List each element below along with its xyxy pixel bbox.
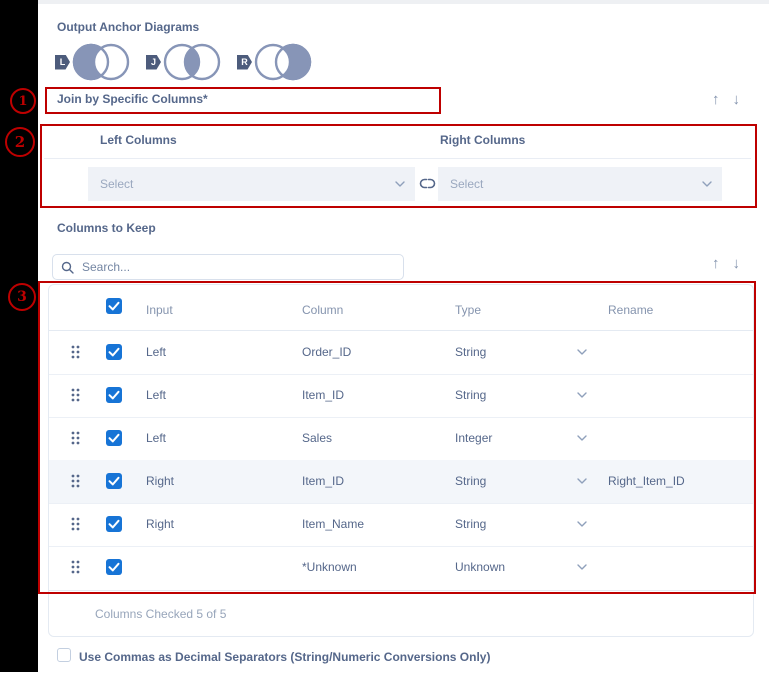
right-columns-header: Right Columns (440, 133, 526, 147)
type-dropdown-chevron-icon[interactable] (577, 564, 587, 570)
cell-input: Right (146, 474, 175, 488)
annotation-circle-1: 1 (10, 88, 36, 114)
type-dropdown-chevron-icon[interactable] (577, 478, 587, 484)
table-header-row: Input Column Type Rename (49, 285, 753, 331)
cell-column: Item_Name (302, 517, 365, 531)
cell-column: Item_ID (302, 474, 345, 488)
row-checkbox[interactable] (106, 430, 122, 446)
columns-checked-status: Columns Checked 5 of 5 (95, 607, 227, 621)
left-columns-header: Left Columns (100, 133, 177, 147)
drag-handle-icon[interactable] (71, 474, 80, 488)
checkmark-icon (108, 519, 120, 529)
right-columns-select[interactable]: Select (438, 167, 722, 201)
table-footer: Columns Checked 5 of 5 (49, 590, 753, 637)
checkmark-icon (108, 390, 120, 400)
columns-search-box (52, 254, 404, 280)
annotation-number: 3 (17, 289, 27, 305)
cell-column: Item_ID (302, 388, 345, 402)
decimal-separator-checkbox[interactable] (57, 648, 71, 662)
link-icon (419, 178, 436, 189)
checkmark-icon (108, 433, 120, 443)
venn-left-join-icon (72, 43, 130, 81)
table-row[interactable]: *Unknown Unknown (49, 546, 753, 589)
row-checkbox[interactable] (106, 516, 122, 532)
left-anchor-venn: L (55, 42, 132, 82)
move-down-button[interactable]: ↓ (733, 255, 741, 272)
checkmark-icon (108, 301, 120, 311)
annotation-circle-2: 2 (5, 127, 35, 157)
drag-handle-icon[interactable] (71, 431, 80, 445)
cell-column: *Unknown (302, 560, 357, 574)
left-columns-select[interactable]: Select (88, 167, 415, 201)
type-dropdown-chevron-icon[interactable] (577, 521, 587, 527)
move-up-button[interactable]: ↑ (712, 91, 720, 108)
select-all-checkbox[interactable] (106, 298, 122, 314)
cell-type: String (455, 388, 487, 402)
checkmark-icon (108, 562, 120, 572)
table-row[interactable]: Left Order_ID String (49, 331, 753, 375)
join-row-reorder-arrows: ↑ ↓ (712, 91, 740, 108)
table-row-reorder-arrows: ↑ ↓ (712, 255, 740, 272)
annotation-circle-3: 3 (8, 283, 36, 311)
venn-right-join-icon (254, 43, 312, 81)
anchor-tag-l: L (55, 54, 70, 70)
table-row[interactable]: Left Item_ID String (49, 374, 753, 418)
cell-type: String (455, 517, 487, 531)
cell-input: Right (146, 517, 175, 531)
column-header-type: Type (455, 303, 482, 317)
output-anchor-diagrams: L J R (55, 42, 314, 82)
column-header-rename: Rename (608, 303, 654, 317)
cell-type: String (455, 345, 487, 359)
drag-handle-icon[interactable] (71, 560, 80, 574)
anchor-tag-r: R (237, 54, 252, 70)
left-select-value: Select (100, 177, 134, 191)
row-checkbox[interactable] (106, 559, 122, 575)
right-anchor-venn: R (237, 42, 314, 82)
drag-handle-icon[interactable] (71, 388, 80, 402)
move-up-button[interactable]: ↑ (712, 255, 720, 272)
table-row[interactable]: Left Sales Integer (49, 417, 753, 461)
cell-input: Left (146, 345, 167, 359)
annotation-number: 1 (18, 93, 28, 109)
chevron-down-icon (702, 181, 712, 187)
move-down-button[interactable]: ↓ (733, 91, 741, 108)
drag-handle-icon[interactable] (71, 517, 80, 531)
cell-type: String (455, 474, 487, 488)
checkmark-icon (108, 347, 120, 357)
table-row[interactable]: Right Item_ID String Right_Item_ID (49, 460, 753, 504)
annotation-number: 2 (14, 133, 26, 151)
venn-inner-join-icon (163, 43, 221, 81)
join-tool-configuration-panel: 1 2 3 Output Anchor Diagrams L J R Join … (0, 0, 769, 682)
chevron-down-icon (395, 181, 405, 187)
search-input[interactable] (80, 259, 384, 275)
row-checkbox[interactable] (106, 387, 122, 403)
column-header-column: Column (302, 303, 344, 317)
cell-column: Sales (302, 431, 333, 445)
type-dropdown-chevron-icon[interactable] (577, 392, 587, 398)
search-icon (61, 261, 74, 274)
cell-type: Unknown (455, 560, 506, 574)
right-select-value: Select (450, 177, 484, 191)
table-row[interactable]: Right Item_Name String (49, 503, 753, 547)
cell-column: Order_ID (302, 345, 352, 359)
cell-type: Integer (455, 431, 493, 445)
decimal-separator-label: Use Commas as Decimal Separators (String… (79, 650, 491, 664)
output-anchor-diagrams-label: Output Anchor Diagrams (57, 20, 200, 34)
cell-input: Left (146, 388, 167, 402)
cell-rename[interactable]: Right_Item_ID (608, 474, 685, 488)
type-dropdown-chevron-icon[interactable] (577, 349, 587, 355)
type-dropdown-chevron-icon[interactable] (577, 435, 587, 441)
join-section-divider (44, 158, 751, 159)
anchor-tag-j: J (146, 54, 161, 70)
column-header-input: Input (146, 303, 173, 317)
row-checkbox[interactable] (106, 344, 122, 360)
panel-top-strip (38, 0, 769, 4)
join-anchor-venn: J (146, 42, 223, 82)
columns-to-keep-label: Columns to Keep (57, 221, 156, 235)
join-by-specific-columns-title: Join by Specific Columns* (57, 92, 208, 106)
drag-handle-icon[interactable] (71, 345, 80, 359)
row-checkbox[interactable] (106, 473, 122, 489)
cell-input: Left (146, 431, 167, 445)
checkmark-icon (108, 476, 120, 486)
